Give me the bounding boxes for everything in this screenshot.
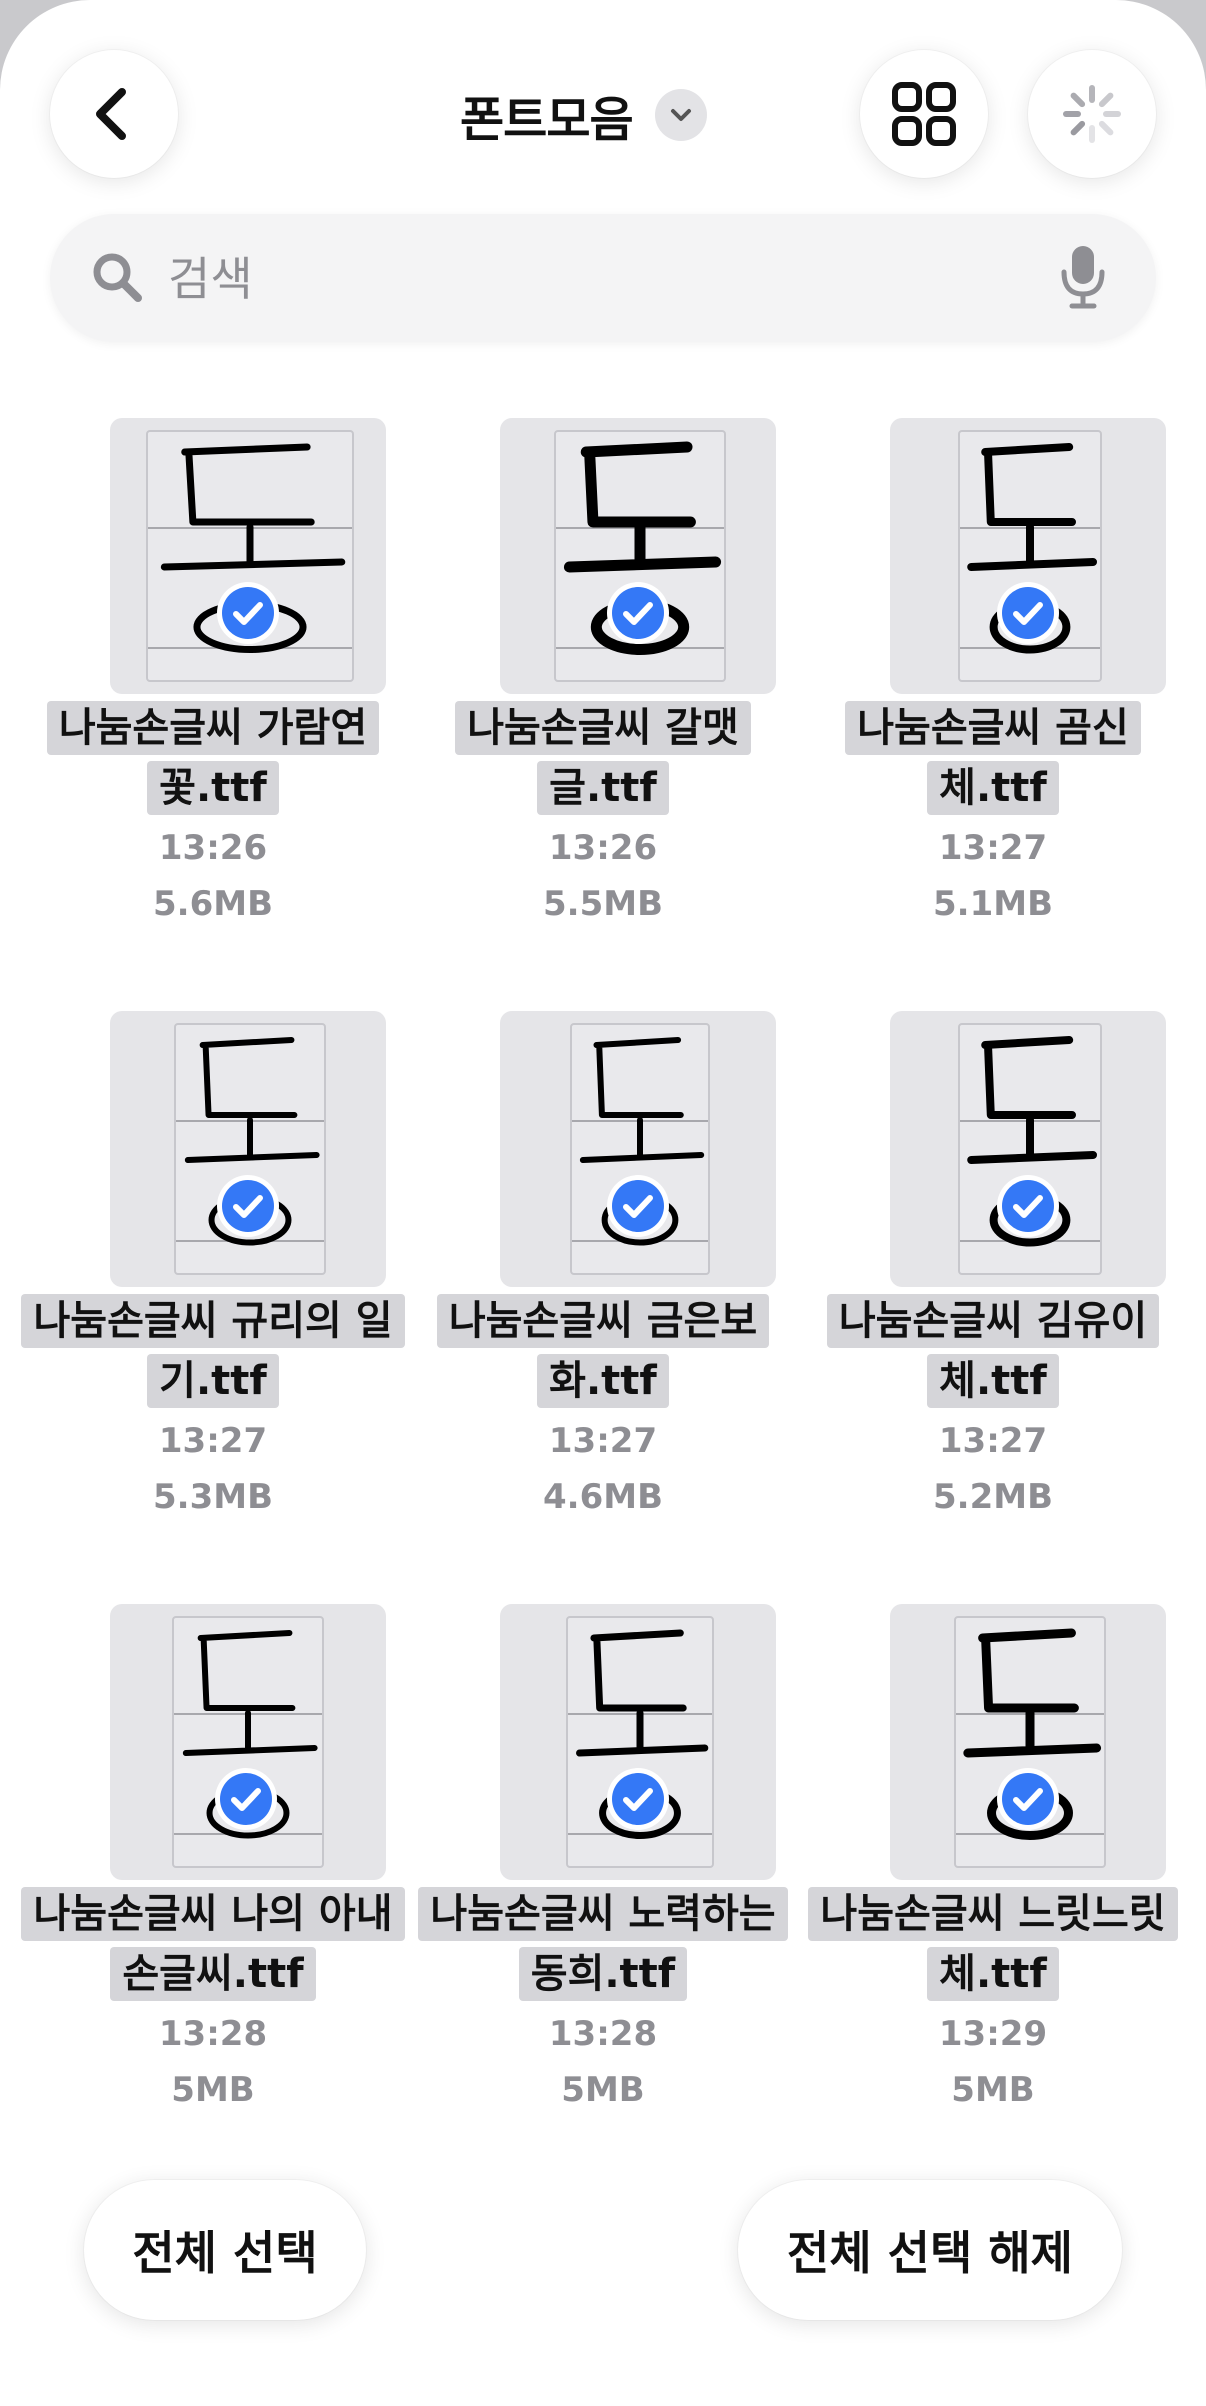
loading-indicator: [1028, 50, 1156, 178]
font-preview-thumbnail: [890, 1604, 1166, 1880]
file-name: 나눔손글씨 나의 아내 손글씨.ttf: [18, 1884, 408, 2004]
file-name: 나눔손글씨 노력하는 동희.ttf: [408, 1884, 798, 2004]
file-size: 5.1MB: [933, 884, 1053, 924]
selected-checkmark-icon[interactable]: [605, 1173, 671, 1239]
back-button[interactable]: [50, 50, 178, 178]
file-modified-time: 13:29: [938, 2014, 1048, 2054]
file-size: 5.6MB: [153, 884, 273, 924]
file-size: 5MB: [951, 2070, 1035, 2110]
grid-icon: [892, 82, 956, 146]
selected-checkmark-icon[interactable]: [605, 580, 671, 646]
file-name: 나눔손글씨 김유이체.ttf: [798, 1291, 1188, 1411]
file-modified-time: 13:26: [548, 828, 658, 868]
deselect-all-button[interactable]: 전체 선택 해제: [738, 2180, 1122, 2320]
file-size: 5.5MB: [543, 884, 663, 924]
microphone-icon[interactable]: [1058, 244, 1108, 310]
selected-checkmark-icon[interactable]: [995, 1766, 1061, 1832]
file-modified-time: 13:27: [548, 1421, 658, 1461]
file-modified-time: 13:28: [548, 2014, 658, 2054]
selected-checkmark-icon[interactable]: [995, 580, 1061, 646]
selected-checkmark-icon[interactable]: [213, 1766, 279, 1832]
file-size: 5MB: [561, 2070, 645, 2110]
file-modified-time: 13:27: [938, 828, 1048, 868]
chevron-left-icon: [96, 88, 126, 140]
file-name: 나눔손글씨 곰신체.ttf: [798, 698, 1188, 818]
font-preview-thumbnail: [500, 418, 776, 694]
spinner-icon: [1063, 85, 1121, 143]
font-preview-thumbnail: [110, 1011, 386, 1287]
search-bar[interactable]: [50, 214, 1156, 342]
folder-title: 폰트모음: [460, 92, 634, 148]
font-preview-thumbnail: [110, 418, 386, 694]
file-name: 나눔손글씨 규리의 일기.ttf: [18, 1291, 408, 1411]
font-preview-thumbnail: [110, 1604, 386, 1880]
file-name: 나눔손글씨 가람연꽃.ttf: [18, 698, 408, 818]
file-modified-time: 13:26: [158, 828, 268, 868]
grid-view-button[interactable]: [860, 50, 988, 178]
file-size: 5.3MB: [153, 1477, 273, 1517]
folder-title-menu[interactable]: 폰트모음: [460, 70, 707, 160]
file-name: 나눔손글씨 금은보화.ttf: [408, 1291, 798, 1411]
chevron-down-icon: [654, 89, 707, 141]
font-preview-thumbnail: [500, 1604, 776, 1880]
file-modified-time: 13:27: [938, 1421, 1048, 1461]
selected-checkmark-icon[interactable]: [215, 1173, 281, 1239]
selected-checkmark-icon[interactable]: [605, 1766, 671, 1832]
file-size: 5MB: [171, 2070, 255, 2110]
selected-checkmark-icon[interactable]: [215, 580, 281, 646]
font-preview-thumbnail: [500, 1011, 776, 1287]
file-name: 나눔손글씨 갈맷글.ttf: [408, 698, 798, 818]
file-browser-screen: 폰트모음 검색 나눔손글씨 가람연꽃.ttf 13:26 5.6MB 나눔손글씨…: [0, 0, 1206, 2406]
font-preview-thumbnail: [890, 1011, 1166, 1287]
select-all-button[interactable]: 전체 선택: [84, 2180, 366, 2320]
selected-checkmark-icon[interactable]: [995, 1173, 1061, 1239]
font-preview-thumbnail: [890, 418, 1166, 694]
file-modified-time: 13:27: [158, 1421, 268, 1461]
file-name: 나눔손글씨 느릿느릿체.ttf: [798, 1884, 1188, 2004]
file-modified-time: 13:28: [158, 2014, 268, 2054]
file-size: 5.2MB: [933, 1477, 1053, 1517]
search-icon: [93, 253, 142, 302]
search-input[interactable]: [166, 242, 1070, 316]
file-size: 4.6MB: [543, 1477, 663, 1517]
